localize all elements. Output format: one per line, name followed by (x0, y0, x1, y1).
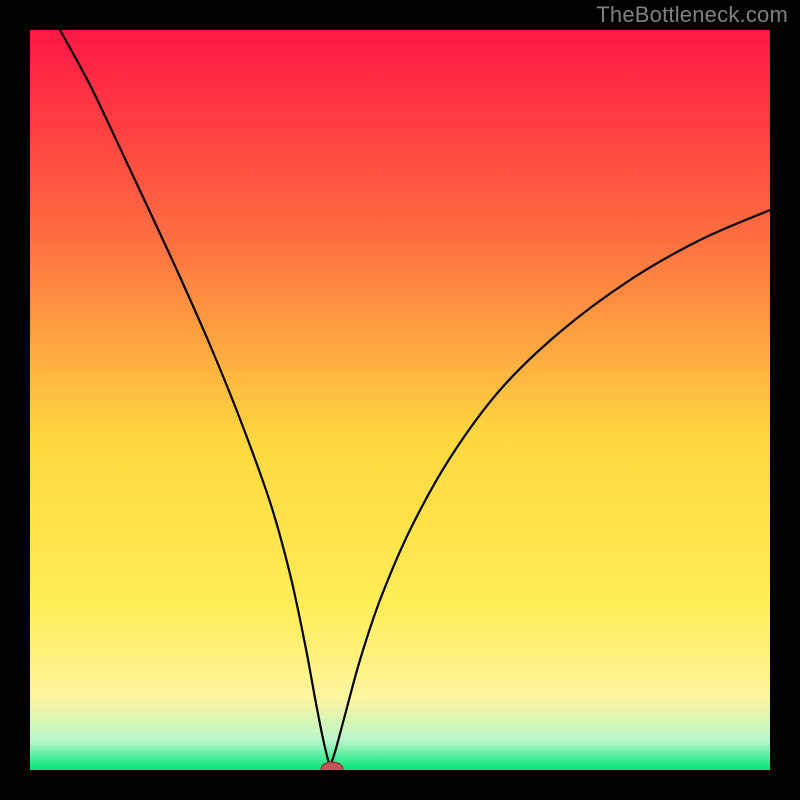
gradient-background (30, 30, 770, 770)
chart-svg (30, 30, 770, 770)
chart-frame: TheBottleneck.com (0, 0, 800, 800)
plot-area (30, 30, 770, 770)
watermark-text: TheBottleneck.com (596, 2, 788, 28)
